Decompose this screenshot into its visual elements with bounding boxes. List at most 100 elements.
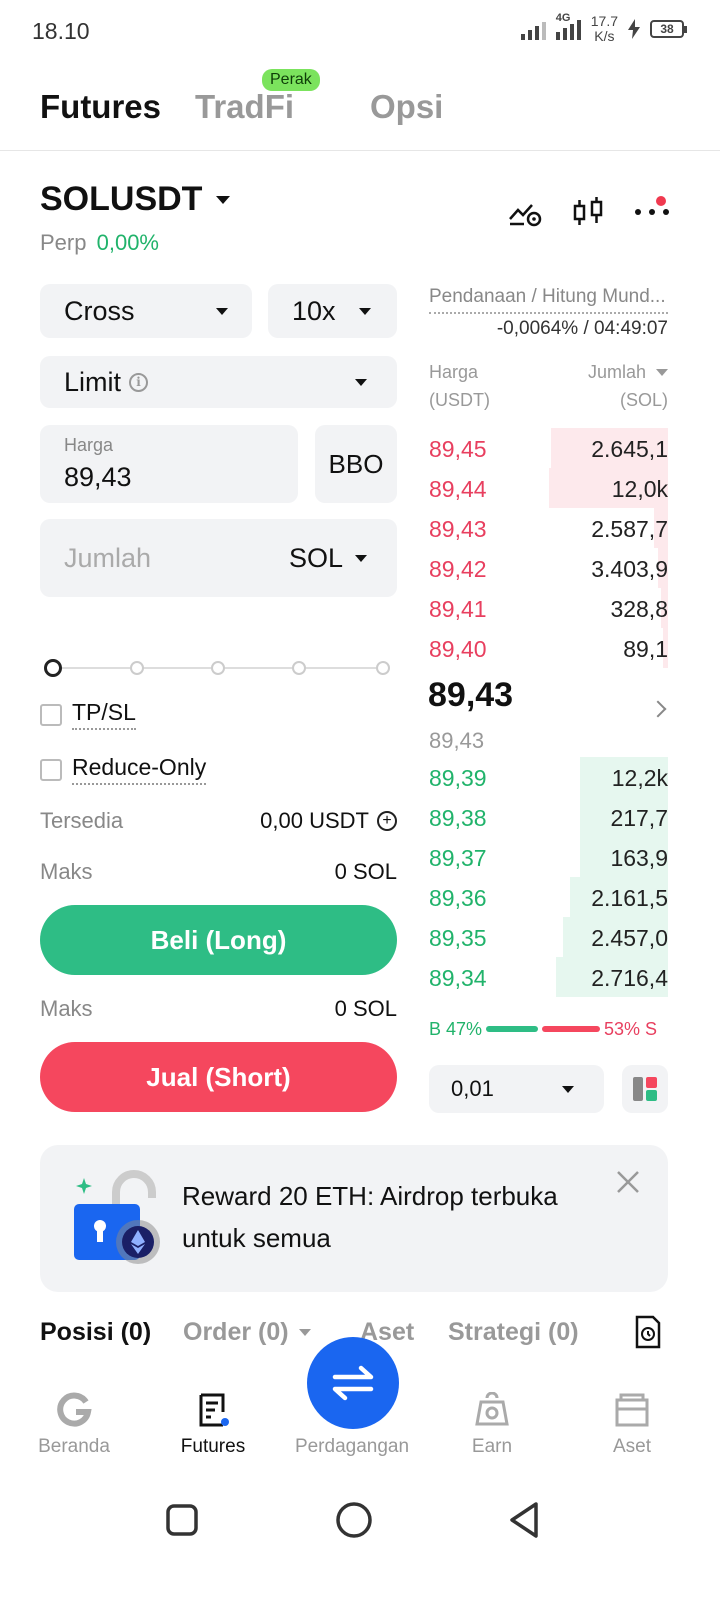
reduce-only-checkbox-row[interactable]: Reduce-Only: [40, 754, 207, 785]
tab-futures[interactable]: Futures: [40, 88, 161, 126]
ask-price: 89,41: [429, 596, 487, 622]
leverage-select[interactable]: 10x: [268, 284, 397, 338]
tpsl-checkbox[interactable]: [40, 703, 62, 726]
sell-short-button[interactable]: Jual (Short): [40, 1042, 397, 1112]
price-alert-icon[interactable]: [508, 197, 542, 227]
nav-earn[interactable]: Earn: [432, 1392, 552, 1458]
slider-step-100[interactable]: [376, 661, 390, 675]
bid-row[interactable]: 89,36 2.161,5: [429, 877, 668, 917]
info-icon[interactable]: i: [129, 372, 149, 392]
slider-step-50[interactable]: [211, 661, 225, 675]
ask-row[interactable]: 89,43 2.587,7: [429, 508, 668, 548]
caret-down-icon: [355, 554, 367, 562]
tab-options[interactable]: Opsi: [370, 88, 443, 126]
bid-row[interactable]: 89,38 217,7: [429, 797, 668, 837]
ask-row[interactable]: 89,44 12,0k: [429, 468, 668, 508]
orderbook-layout-button[interactable]: [622, 1065, 668, 1113]
pair-name: SOLUSDT: [40, 180, 203, 218]
nav-trade[interactable]: Perdagangan: [292, 1392, 412, 1458]
orderbook-amount-header[interactable]: Jumlah (SOL): [588, 358, 668, 414]
ask-amount: 3.403,9: [591, 556, 668, 582]
nav-home[interactable]: Beranda: [14, 1392, 134, 1458]
amount-header-unit: (SOL): [619, 390, 668, 410]
close-icon[interactable]: [614, 1168, 642, 1196]
ask-amount: 89,1: [623, 636, 668, 662]
order-type-select[interactable]: Limit i: [40, 356, 397, 408]
reduce-only-checkbox[interactable]: [40, 758, 62, 781]
available-value: 0,00 USDT: [260, 808, 369, 833]
tab-orders[interactable]: Order (0): [183, 1318, 311, 1347]
ask-row[interactable]: 89,40 89,1: [429, 628, 668, 668]
nav-futures-label: Futures: [180, 1436, 246, 1457]
margin-mode-value: Cross: [64, 295, 135, 326]
buy-ratio-bar: [486, 1026, 538, 1032]
quantity-field[interactable]: Jumlah SOL: [40, 519, 397, 597]
back-icon[interactable]: [506, 1500, 542, 1540]
quantity-unit-select[interactable]: SOL: [289, 543, 367, 574]
ask-amount: 12,0k: [611, 476, 668, 502]
ask-amount: 328,8: [610, 596, 668, 622]
tab-strategies[interactable]: Strategi (0): [448, 1318, 579, 1347]
bbo-button[interactable]: BBO: [315, 425, 397, 503]
signal-icon: [520, 18, 546, 40]
futures-icon: [199, 1393, 229, 1427]
margin-mode-select[interactable]: Cross: [40, 284, 252, 338]
sell-ratio-bar: [541, 1026, 601, 1032]
amount-header-label: Jumlah: [587, 362, 646, 382]
bid-row[interactable]: 89,35 2.457,0: [429, 917, 668, 957]
add-funds-icon[interactable]: +: [377, 811, 397, 831]
home-button-icon[interactable]: [334, 1500, 374, 1540]
slider-handle[interactable]: [44, 659, 62, 677]
signal-4g-icon: 4G: [555, 12, 581, 40]
more-icon[interactable]: [634, 208, 670, 216]
earn-icon: [475, 1392, 509, 1426]
recent-apps-icon[interactable]: [165, 1500, 199, 1540]
quantity-input[interactable]: Jumlah: [64, 543, 151, 574]
funding-label[interactable]: Pendanaan / Hitung Mund...: [429, 286, 668, 314]
tpsl-checkbox-row[interactable]: TP/SL: [40, 699, 136, 730]
bid-amount: 217,7: [610, 805, 668, 831]
caret-down-icon: [298, 1329, 311, 1336]
slider-step-75[interactable]: [292, 661, 306, 675]
ask-row[interactable]: 89,41 328,8: [429, 588, 668, 628]
candlestick-chart-icon[interactable]: [572, 196, 604, 228]
max-long-value: 0 SOL: [334, 859, 397, 884]
bid-price: 89,35: [429, 925, 487, 951]
max-short-label: Maks: [40, 996, 93, 1021]
nav-assets[interactable]: Aset: [572, 1392, 692, 1458]
orderbook-price-header: Harga (USDT): [429, 358, 490, 414]
sell-ratio: 53% S: [604, 1018, 658, 1039]
quantity-slider[interactable]: [44, 658, 390, 678]
history-icon[interactable]: [634, 1315, 662, 1349]
buy-long-button[interactable]: Beli (Long): [40, 905, 397, 975]
caret-down-icon: [359, 307, 371, 315]
precision-value: 0,01: [451, 1076, 494, 1101]
chevron-right-icon[interactable]: [649, 700, 667, 718]
available-label: Tersedia: [40, 808, 124, 833]
bid-price: 89,34: [429, 965, 487, 991]
quantity-unit: SOL: [288, 542, 343, 573]
pair-selector[interactable]: SOLUSDT: [40, 180, 231, 219]
pair-info: Perp 0,00%: [40, 230, 159, 256]
slider-step-25[interactable]: [130, 661, 144, 675]
available-row: Tersedia 0,00 USDT +: [40, 808, 397, 834]
network-speed-value: 17.7: [590, 13, 618, 29]
bid-row[interactable]: 89,39 12,2k: [429, 757, 668, 797]
ask-row[interactable]: 89,45 2.645,1: [429, 428, 668, 468]
price-field[interactable]: Harga 89,43: [40, 425, 298, 503]
bid-row[interactable]: 89,37 163,9: [429, 837, 668, 877]
bid-amount: 2.716,4: [591, 965, 668, 991]
nav-futures[interactable]: Futures: [153, 1392, 273, 1458]
ask-price: 89,45: [429, 436, 487, 462]
tab-positions[interactable]: Posisi (0): [40, 1318, 151, 1347]
unlock-icon: [74, 1170, 160, 1264]
reduce-only-label: Reduce-Only: [72, 754, 207, 785]
precision-select[interactable]: 0,01: [429, 1065, 604, 1113]
tab-tradfi[interactable]: TradFi: [195, 88, 294, 126]
price-input[interactable]: 89,43: [64, 462, 274, 493]
nav-trade-label: Perdagangan: [294, 1436, 410, 1457]
ask-row[interactable]: 89,42 3.403,9: [429, 548, 668, 588]
tpsl-label: TP/SL: [72, 699, 136, 730]
network-speed-unit: K/s: [594, 28, 615, 44]
bid-row[interactable]: 89,34 2.716,4: [429, 957, 668, 997]
